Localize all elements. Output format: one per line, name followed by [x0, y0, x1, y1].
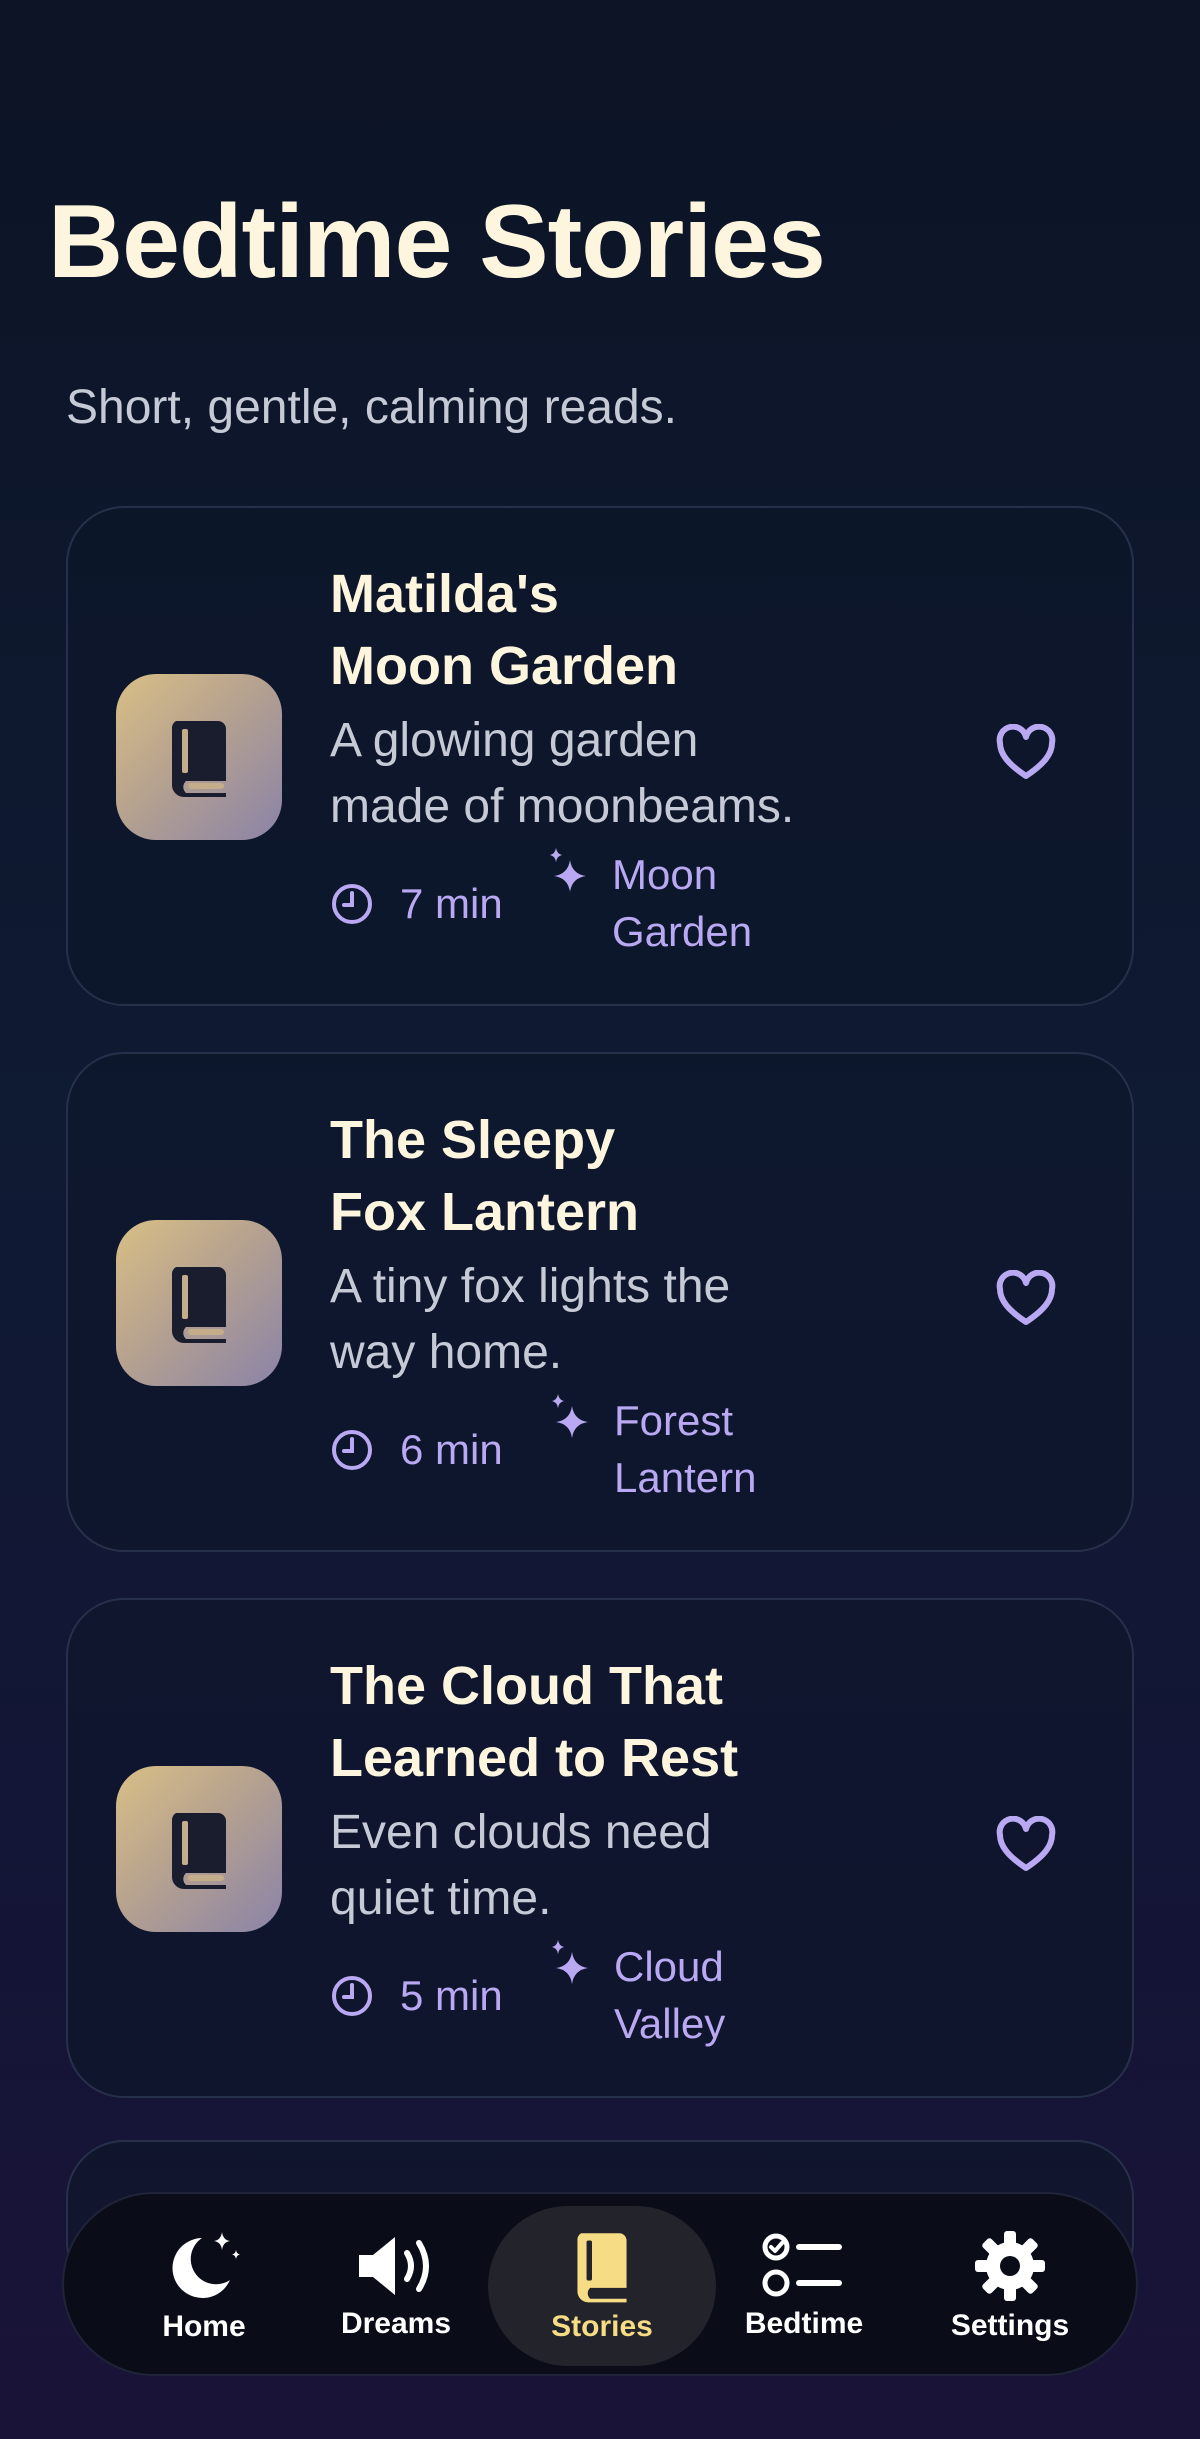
book-icon: [171, 1267, 226, 1343]
story-title: The Sleepy Fox Lantern: [330, 1110, 640, 1242]
speaker-icon: [359, 2237, 429, 2295]
tab-bedtime[interactable]: Bedtime: [704, 2206, 904, 2366]
tab-dreams[interactable]: Dreams: [296, 2206, 496, 2366]
story-duration: 7 min: [330, 876, 503, 932]
story-duration: 5 min: [330, 1968, 503, 2024]
sparkle-icon: [552, 1940, 588, 1984]
story-description: Even clouds need quiet time.: [330, 1806, 712, 1925]
tab-home[interactable]: Home: [104, 2206, 304, 2366]
story-thumbnail: [116, 1220, 282, 1386]
book-icon: [577, 2233, 627, 2303]
clock-icon: [332, 1430, 372, 1470]
story-tag: Moon Garden: [546, 846, 812, 960]
story-card[interactable]: The Cloud That Learned to Rest Even clou…: [66, 1598, 1134, 2098]
book-icon: [171, 1813, 226, 1889]
story-card[interactable]: Matilda's Moon Garden A glowing garden m…: [66, 506, 1134, 1006]
favorite-heart-icon[interactable]: [996, 724, 1056, 784]
gear-icon: [975, 2231, 1045, 2301]
bottom-tab-bar: Home Dreams Stories Bedtime Settings: [62, 2192, 1138, 2376]
story-thumbnail: [116, 1766, 282, 1932]
tab-stories[interactable]: Stories: [488, 2206, 716, 2366]
page-subtitle: Short, gentle, calming reads.: [66, 381, 677, 434]
story-description: A tiny fox lights the way home.: [330, 1260, 731, 1379]
story-card[interactable]: The Sleepy Fox Lantern A tiny fox lights…: [66, 1052, 1134, 1552]
story-title: Matilda's Moon Garden: [330, 564, 678, 696]
story-duration: 6 min: [330, 1422, 503, 1478]
story-tag: Forest Lantern: [548, 1392, 814, 1506]
story-description: A glowing garden made of moonbeams.: [330, 714, 795, 833]
page-title: Bedtime Stories: [48, 184, 826, 300]
moon-stars-icon: [172, 2232, 240, 2298]
favorite-heart-icon[interactable]: [996, 1270, 1056, 1330]
clock-icon: [332, 1976, 372, 2016]
book-icon: [171, 721, 226, 797]
tab-settings[interactable]: Settings: [910, 2206, 1110, 2366]
clock-icon: [332, 884, 372, 924]
sparkle-icon: [552, 1394, 588, 1438]
story-tag: Cloud Valley: [548, 1938, 814, 2052]
story-thumbnail: [116, 674, 282, 840]
story-title: The Cloud That Learned to Rest: [330, 1656, 739, 1788]
checklist-icon: [762, 2233, 842, 2297]
favorite-heart-icon[interactable]: [996, 1816, 1056, 1876]
sparkle-icon: [550, 848, 586, 892]
